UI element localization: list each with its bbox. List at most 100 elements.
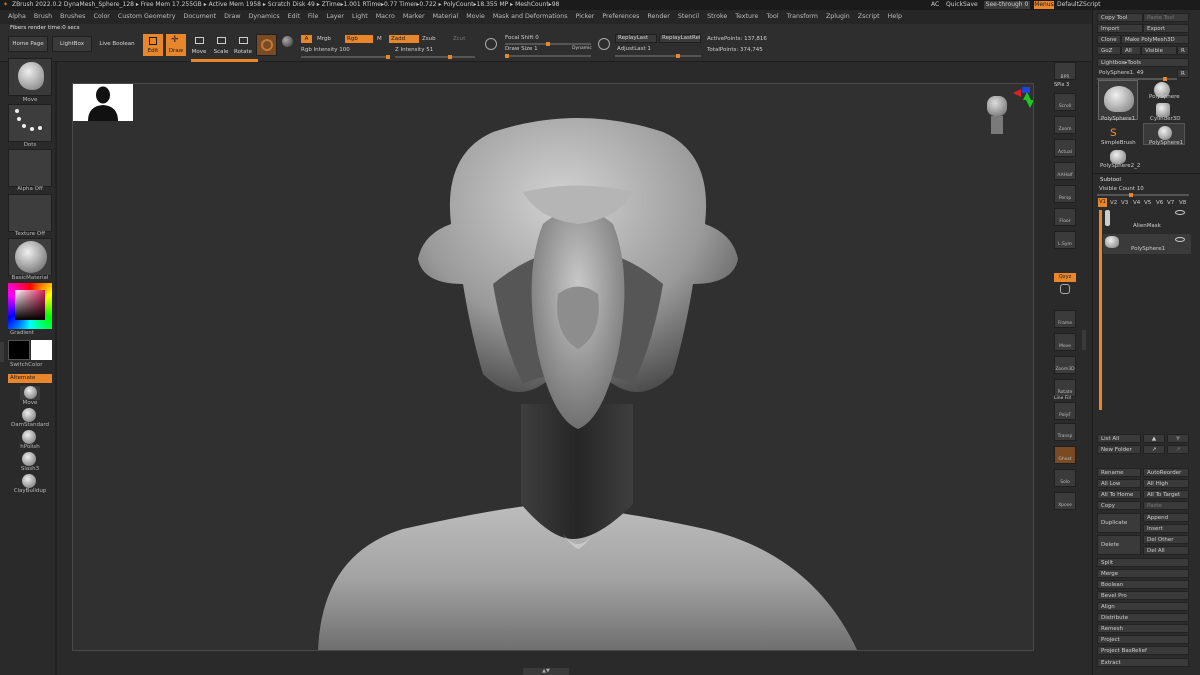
duplicate-button[interactable]: Duplicate [1097, 513, 1141, 533]
subtool-tab-v2[interactable]: V2 [1110, 200, 1117, 206]
qxyz-button[interactable]: Qxyz [1054, 273, 1076, 282]
menus-toggle[interactable]: Menus [1034, 1, 1054, 9]
brush-slot-claybuildup[interactable] [22, 474, 38, 488]
edit-mode-button[interactable]: Edit [143, 34, 163, 56]
del-all-button[interactable]: Del All [1143, 546, 1189, 555]
split-section[interactable]: Split [1097, 558, 1189, 567]
copy-button[interactable]: Copy [1097, 501, 1141, 510]
navigation-gizmo[interactable] [985, 87, 1031, 142]
menu-zplugin[interactable]: Zplugin [826, 13, 850, 20]
menu-edit[interactable]: Edit [288, 13, 300, 20]
left-tray-collapse-handle[interactable] [0, 342, 4, 362]
m-toggle[interactable]: M [377, 36, 382, 42]
subtool-tab-v7[interactable]: V7 [1167, 200, 1174, 206]
menu-stencil[interactable]: Stencil [678, 13, 699, 20]
spix-slider[interactable]: SPix 3 [1054, 82, 1076, 89]
material-thumb[interactable] [8, 238, 52, 276]
tool-thumb-polysphere2[interactable] [1110, 150, 1126, 164]
draw-size-slider[interactable]: Draw Size 1 [505, 46, 538, 52]
main-color-swatch[interactable] [8, 340, 30, 360]
lsym-button[interactable]: L.Sym [1054, 231, 1076, 249]
gradient-label[interactable]: Gradient [10, 330, 34, 336]
brush-slot-hpolish[interactable] [22, 430, 38, 444]
visibility-eye-icon[interactable] [1175, 210, 1185, 215]
home-page-button[interactable]: Home Page [8, 36, 48, 52]
subtool-header[interactable]: Subtool [1100, 177, 1121, 183]
color-square[interactable] [15, 290, 45, 320]
menu-mask-deformations[interactable]: Mask and Deformations [493, 13, 568, 20]
menu-render[interactable]: Render [647, 13, 669, 20]
quicksave-button[interactable]: QuickSave [946, 0, 978, 10]
zsub-toggle[interactable]: Zsub [422, 36, 436, 42]
alternate-button[interactable]: Alternate [8, 374, 52, 383]
menu-zscript[interactable]: Zscript [858, 13, 880, 20]
right-tray-collapse-handle[interactable] [1082, 330, 1086, 350]
boolean-section[interactable]: Boolean [1097, 580, 1189, 589]
viewport-bottom-handle[interactable]: ▲▼ [523, 668, 569, 675]
rgb-intensity-track[interactable] [301, 56, 389, 58]
visible-button[interactable]: Visible [1141, 46, 1177, 55]
ac-button[interactable]: AC [931, 0, 939, 10]
menu-tool[interactable]: Tool [766, 13, 778, 20]
frame-button[interactable]: Frame [1054, 310, 1076, 328]
transp-button[interactable]: Transp [1054, 423, 1076, 441]
subtool-row-polysphere1[interactable]: PolySphere1 [1103, 234, 1191, 254]
lock-icon[interactable] [1060, 284, 1070, 294]
brush-slot-damstandard[interactable] [22, 408, 38, 422]
z-intensity-slider[interactable]: Z Intensity 51 [395, 47, 433, 53]
scale-mode-button[interactable]: Scale [211, 34, 231, 56]
tool-thumb-polysphere1[interactable] [1098, 80, 1138, 120]
polyf-button[interactable]: PolyF [1054, 402, 1076, 420]
xpose-button[interactable]: Xpose [1054, 492, 1076, 510]
brush-sphere-button[interactable] [256, 34, 277, 56]
default-zscript-button[interactable]: DefaultZScript [1057, 0, 1100, 10]
clone-button[interactable]: Clone [1097, 35, 1121, 44]
arrow-button[interactable]: ↗ [1143, 445, 1165, 454]
goz-button[interactable]: GoZ [1097, 46, 1121, 55]
move-mode-button[interactable]: Move [189, 34, 209, 56]
menu-texture[interactable]: Texture [735, 13, 758, 20]
import-button[interactable]: Import [1097, 24, 1143, 33]
menu-macro[interactable]: Macro [376, 13, 395, 20]
bevel-pro-section[interactable]: Bevel Pro [1097, 591, 1189, 600]
subtool-tab-v1[interactable]: V1 [1098, 198, 1107, 207]
r-button[interactable]: R [1177, 46, 1189, 55]
scroll-button[interactable]: Scroll [1054, 93, 1076, 111]
draw-mode-button[interactable]: ✛ Draw [166, 34, 186, 56]
lightbox-tools-button[interactable]: Lightbox▸Tools [1097, 58, 1189, 67]
menu-marker[interactable]: Marker [403, 13, 425, 20]
alpha-thumb[interactable] [8, 149, 52, 187]
subtool-tab-v8[interactable]: V8 [1179, 200, 1186, 206]
subtool-scrollbar[interactable] [1099, 210, 1102, 410]
persp-button[interactable]: Persp [1054, 185, 1076, 203]
zoom-button[interactable]: Zoom [1054, 116, 1076, 134]
brush-thumb[interactable] [8, 58, 52, 96]
menu-help[interactable]: Help [888, 13, 902, 20]
arrow-button-2[interactable]: ↗ [1167, 445, 1189, 454]
ghost-button[interactable]: Ghost [1054, 446, 1076, 464]
mrgb-toggle[interactable]: Mrgb [317, 36, 331, 42]
secondary-color-swatch[interactable] [31, 340, 52, 360]
extract-section[interactable]: Extract [1097, 658, 1189, 667]
focal-shift-slider[interactable]: Focal Shift 0 [505, 35, 539, 41]
insert-button[interactable]: Insert [1143, 524, 1189, 533]
project-section[interactable]: Project [1097, 635, 1189, 644]
menu-brushes[interactable]: Brushes [60, 13, 85, 20]
all-button[interactable]: All [1121, 46, 1141, 55]
append-button[interactable]: Append [1143, 513, 1189, 522]
aahalf-button[interactable]: AAHalf [1054, 162, 1076, 180]
move-down-button[interactable]: ▼ [1167, 434, 1189, 443]
floor-button[interactable]: Floor [1054, 208, 1076, 226]
copy-tool-button[interactable]: Copy Tool [1097, 13, 1143, 22]
draw-size-track[interactable] [505, 55, 591, 57]
del-other-button[interactable]: Del Other [1143, 535, 1189, 544]
zcut-toggle[interactable]: Zcut [453, 36, 465, 42]
current-tool-slider[interactable]: PolySphere1. 49 [1099, 70, 1144, 76]
subtool-row-alienmask[interactable]: AlienMask [1105, 208, 1191, 234]
menu-file[interactable]: File [308, 13, 319, 20]
rotate-mode-button[interactable]: Rotate [233, 34, 253, 56]
all-low-button[interactable]: All Low [1097, 479, 1141, 488]
menu-transform[interactable]: Transform [787, 13, 818, 20]
list-all-button[interactable]: List All [1097, 434, 1141, 443]
menu-material[interactable]: Material [433, 13, 459, 20]
